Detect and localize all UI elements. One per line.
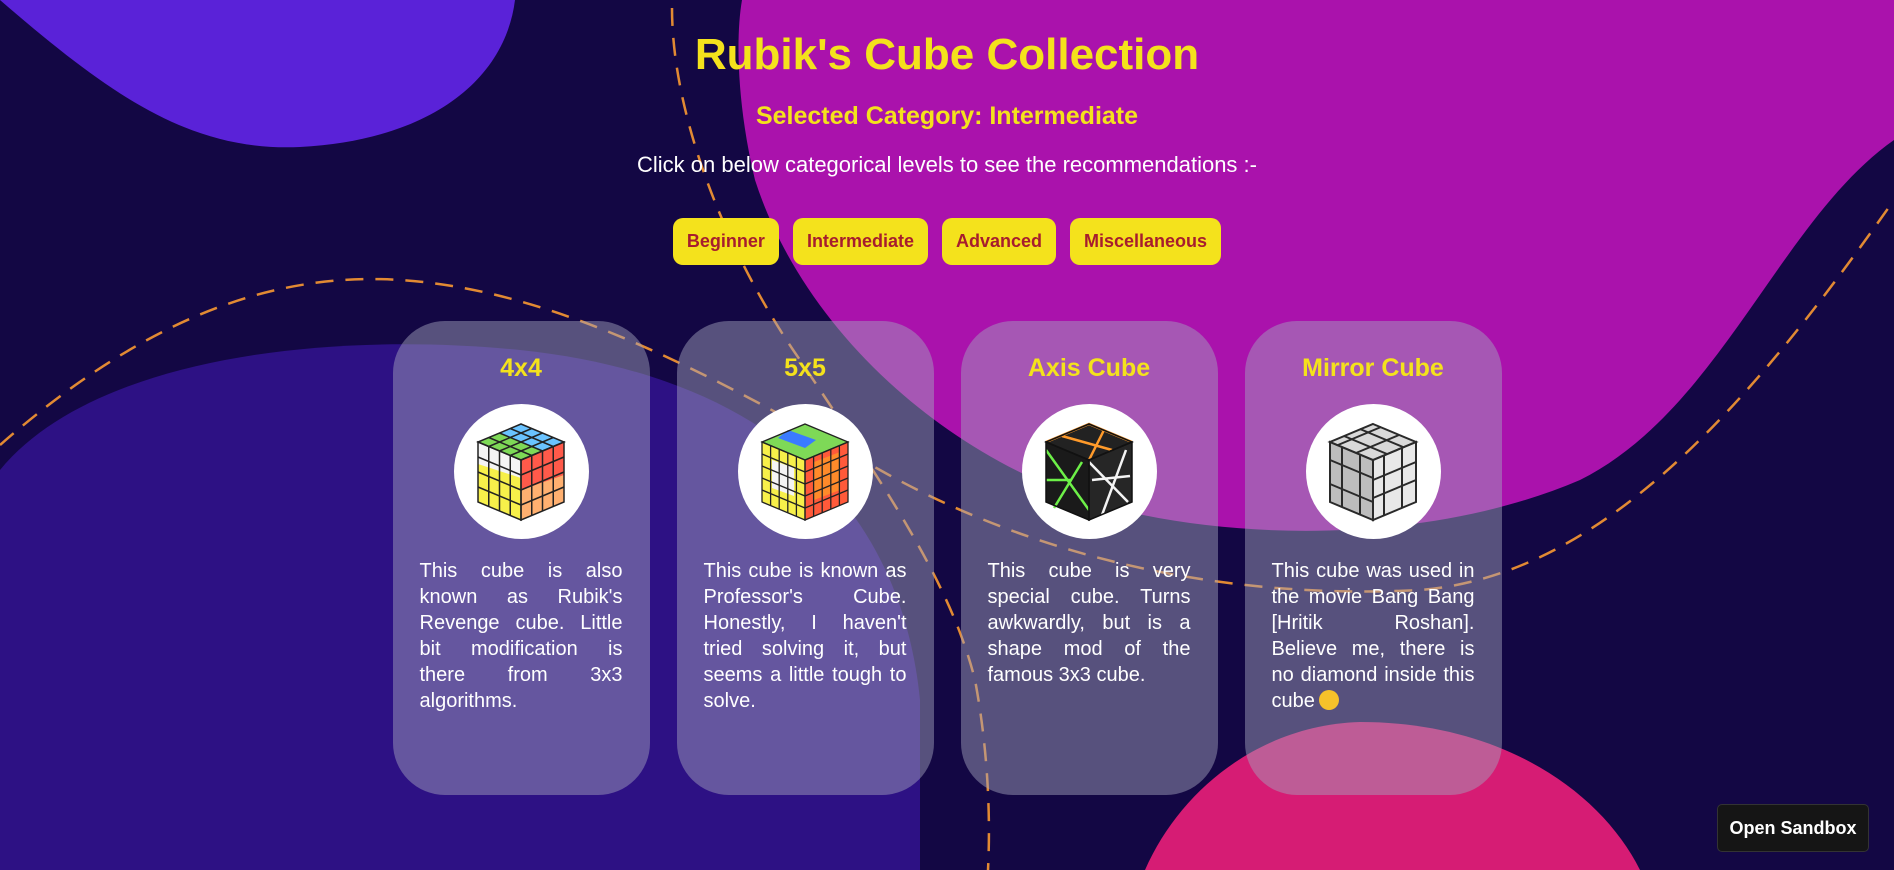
card-description: This cube is very special cube. Turns aw… <box>987 560 1191 686</box>
4x4-cube-image <box>476 422 566 521</box>
selected-category-label: Selected Category: Intermediate <box>755 102 1139 130</box>
cube-thumbnail <box>1305 404 1441 539</box>
5x5-cube-image <box>760 422 850 521</box>
mirror-cube-image <box>1327 422 1419 522</box>
page: Rubik's Cube Collection Selected Categor… <box>0 0 1894 870</box>
card-description: This cube is known as Professor's Cube. … <box>703 560 907 712</box>
category-button-advanced[interactable]: Advanced <box>941 218 1057 265</box>
cube-card: 4x4 This cube is also known as Rubik's R… <box>392 321 650 795</box>
card-title: 4x4 <box>500 354 542 382</box>
cube-card: Axis Cube This cube is very special cube… <box>960 321 1218 795</box>
card-description-text: This cube was used in the movie Bang Ban… <box>1271 560 1475 712</box>
category-button-beginner[interactable]: Beginner <box>672 218 779 265</box>
card-description: This cube was used in the movie Bang Ban… <box>1272 558 1475 714</box>
card-description: This cube is also known as Rubik's Reven… <box>419 560 623 712</box>
cube-card: Mirror Cube This cube was used in the mo… <box>1244 321 1502 795</box>
cube-thumbnail <box>1021 404 1157 539</box>
instruction-text: Click on below categorical levels to see… <box>637 152 1257 177</box>
card-title: Mirror Cube <box>1302 354 1444 382</box>
category-button-intermediate[interactable]: Intermediate <box>792 218 928 265</box>
page-title: Rubik's Cube Collection <box>694 30 1200 79</box>
laughing-face-emoji-icon <box>1318 690 1339 710</box>
card-title: 5x5 <box>784 354 826 382</box>
axis-cube-image <box>1044 422 1134 521</box>
card-title: Axis Cube <box>1027 354 1151 382</box>
category-button-group: Beginner Intermediate Advanced Miscellan… <box>0 218 1894 265</box>
category-button-miscellaneous[interactable]: Miscellaneous <box>1070 218 1222 265</box>
cube-card-list: 4x4 This cube is also known as Rubik's R… <box>0 321 1894 795</box>
open-sandbox-button[interactable]: Open Sandbox <box>1717 804 1869 852</box>
cube-thumbnail <box>737 404 873 539</box>
cube-thumbnail <box>453 404 589 539</box>
cube-card: 5x5 This cube is known as Professor's Cu… <box>676 321 934 795</box>
